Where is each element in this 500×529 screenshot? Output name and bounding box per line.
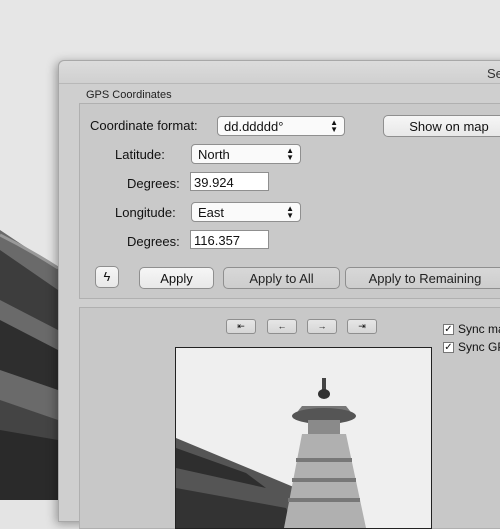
longitude-select[interactable]: East ▲ ▼ <box>191 202 301 222</box>
image-preview <box>175 347 432 529</box>
coordinate-format-value: dd.ddddd° <box>224 119 284 134</box>
stupa-photo <box>176 348 431 528</box>
gps-group-title: GPS Coordinates <box>86 89 172 101</box>
latitude-value: North <box>198 147 230 162</box>
apply-to-remaining-button[interactable]: Apply to Remaining <box>345 267 500 289</box>
apply-button[interactable]: Apply <box>139 267 214 289</box>
latitude-degrees-label: Degrees: <box>127 176 180 191</box>
first-image-button[interactable]: ⇤ <box>226 319 256 334</box>
window-title: Se <box>487 66 500 81</box>
coordinate-format-label: Coordinate format: <box>90 118 198 133</box>
chevron-updown-icon: ▲ ▼ <box>330 118 338 134</box>
longitude-value: East <box>198 205 225 220</box>
latitude-label: Latitude: <box>115 147 165 162</box>
lightning-icon: ϟ <box>103 269 111 284</box>
show-on-map-button[interactable]: Show on map <box>383 115 500 137</box>
chevron-updown-icon: ▲ ▼ <box>286 146 294 162</box>
previous-image-button[interactable]: ← <box>267 319 297 334</box>
apply-to-all-button[interactable]: Apply to All <box>223 267 340 289</box>
latitude-select[interactable]: North ▲ ▼ <box>191 144 301 164</box>
longitude-degrees-field[interactable]: 116.357 <box>190 230 269 249</box>
geotag-window: Se GPS Coordinates Coordinate format: dd… <box>58 60 500 529</box>
latitude-degrees-field[interactable]: 39.924 <box>190 172 269 191</box>
sync-gps-label: Sync GP <box>458 340 500 354</box>
next-image-button[interactable]: → <box>307 319 337 334</box>
chevron-updown-icon: ▲ ▼ <box>286 204 294 220</box>
title-bar[interactable]: Se <box>59 61 500 84</box>
last-image-button[interactable]: ⇥ <box>347 319 377 334</box>
longitude-label: Longitude: <box>115 205 176 220</box>
sync-map-checkbox[interactable]: ✓ <box>443 324 454 335</box>
sync-gps-checkbox[interactable]: ✓ <box>443 342 454 353</box>
sync-map-label: Sync ma <box>458 322 500 336</box>
auto-lookup-button[interactable]: ϟ <box>95 266 119 288</box>
longitude-degrees-label: Degrees: <box>127 234 180 249</box>
coordinate-format-select[interactable]: dd.ddddd° ▲ ▼ <box>217 116 345 136</box>
